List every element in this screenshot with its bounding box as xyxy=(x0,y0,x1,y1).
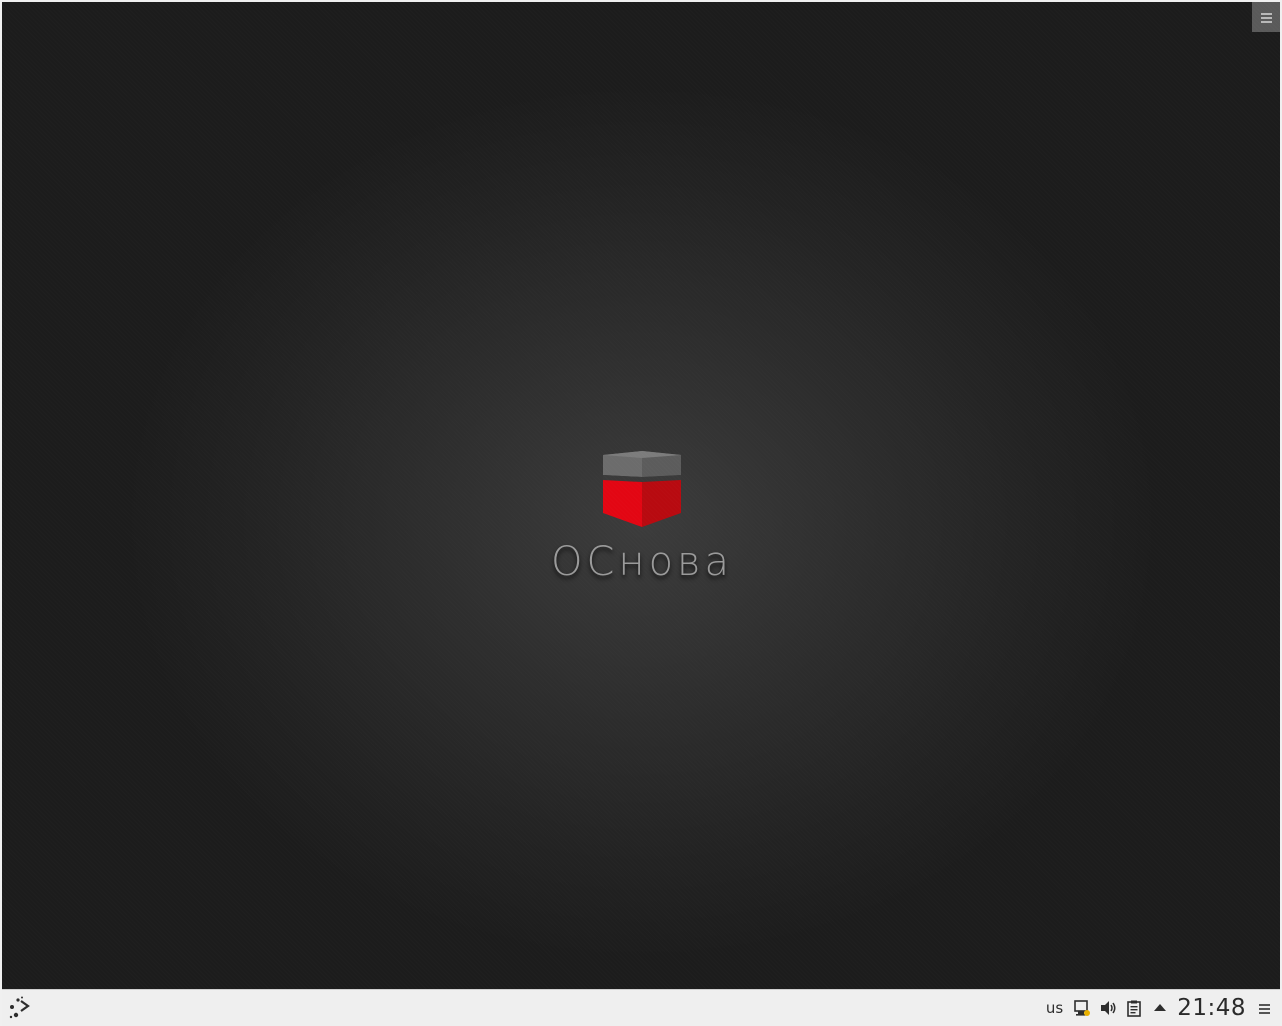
taskbar-panel: us 21:48 xyxy=(2,989,1280,1026)
logo-wordmark: OCнова xyxy=(551,539,733,585)
network-icon xyxy=(1074,1000,1091,1016)
hamburger-menu-icon xyxy=(1260,12,1272,23)
desktop-background[interactable]: OCнова xyxy=(2,2,1280,990)
volume-tray-button[interactable] xyxy=(1095,990,1121,1026)
clipboard-tray-button[interactable] xyxy=(1121,990,1147,1026)
application-launcher-icon xyxy=(9,996,30,1019)
digital-clock[interactable]: 21:48 xyxy=(1173,990,1254,1026)
screen: OCнова us 21:48 xyxy=(0,0,1282,1026)
network-tray-button[interactable] xyxy=(1069,990,1095,1026)
desktop-toolbox-button[interactable] xyxy=(1252,2,1280,32)
system-tray: us 21:48 xyxy=(1040,990,1280,1026)
cube-logo-icon xyxy=(603,451,681,527)
clipboard-icon xyxy=(1127,1000,1142,1017)
expand-up-icon xyxy=(1154,1004,1167,1011)
osnova-logo: OCнова xyxy=(542,447,742,592)
volume-icon xyxy=(1101,1001,1116,1015)
show-hidden-icons-button[interactable] xyxy=(1147,990,1173,1026)
keyboard-layout-indicator[interactable]: us xyxy=(1040,990,1069,1026)
hamburger-menu-icon xyxy=(1258,1003,1270,1014)
panel-options-button[interactable] xyxy=(1254,990,1274,1026)
application-launcher-button[interactable] xyxy=(2,990,38,1026)
